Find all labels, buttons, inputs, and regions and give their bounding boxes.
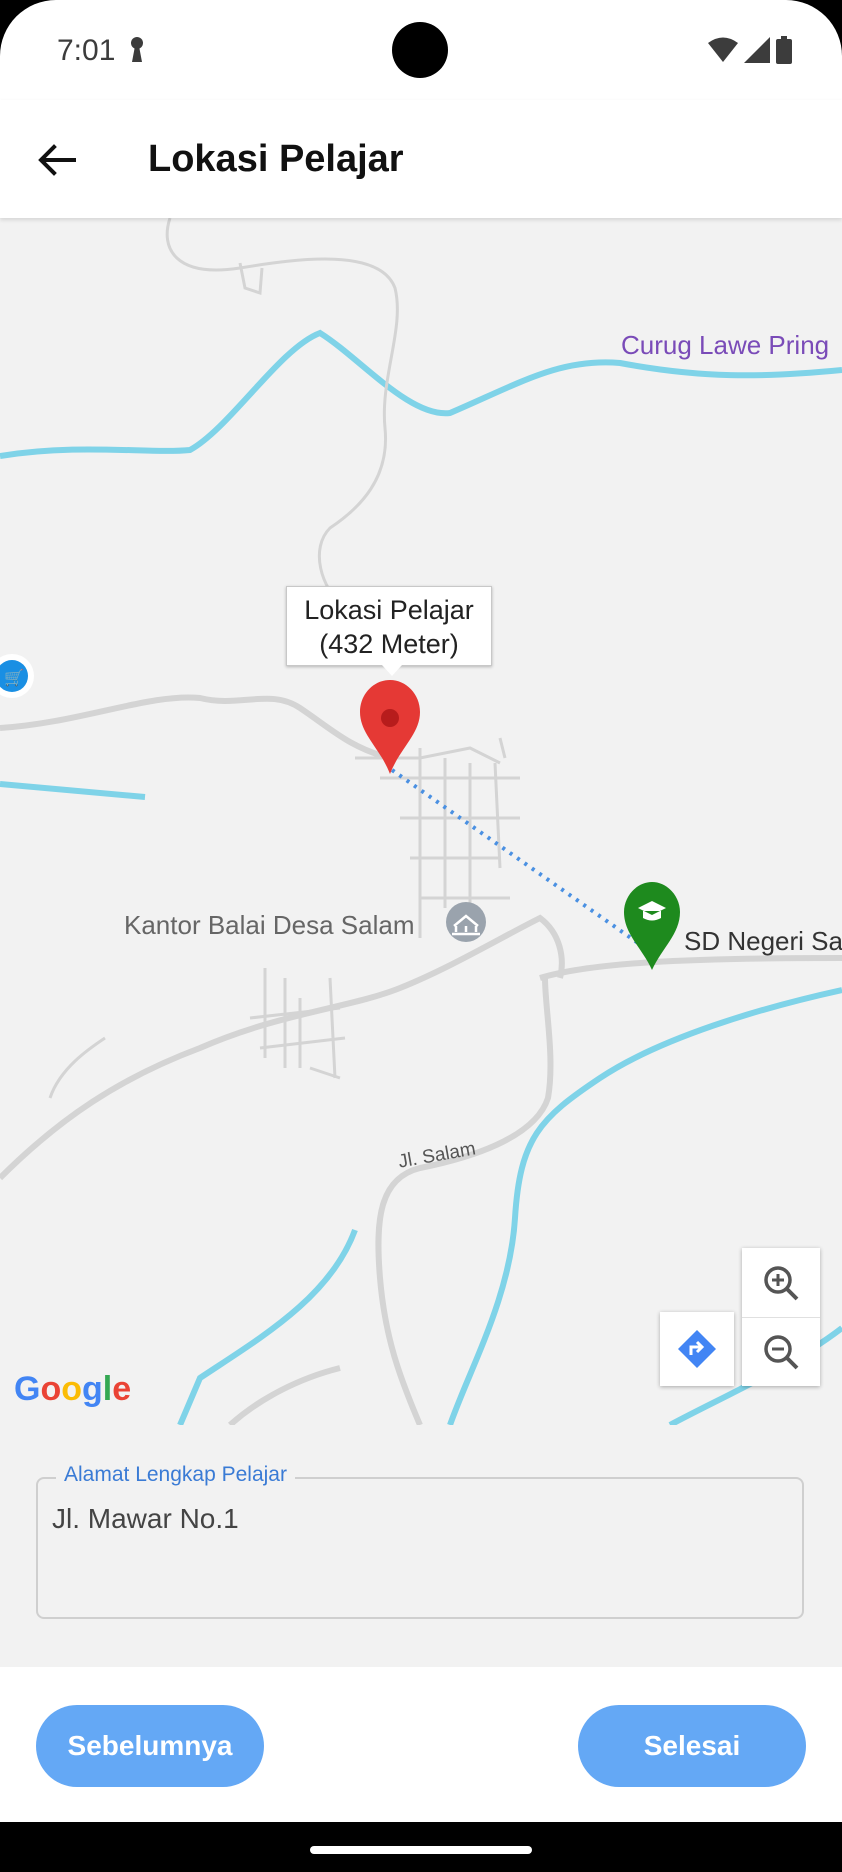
map-label-waterfall: Curug Lawe Pring bbox=[621, 330, 830, 360]
zoom-out-icon bbox=[764, 1334, 799, 1369]
address-field-label: Alamat Lengkap Pelajar bbox=[56, 1463, 295, 1487]
app-bar: Lokasi Pelajar bbox=[0, 100, 842, 218]
wifi-icon bbox=[708, 37, 738, 62]
status-bar: 7:01 bbox=[0, 0, 842, 100]
finish-button[interactable]: Selesai bbox=[578, 1705, 806, 1787]
home-gesture-handle[interactable] bbox=[310, 1846, 532, 1854]
cell-signal-icon bbox=[744, 37, 770, 63]
page-title: Lokasi Pelajar bbox=[148, 138, 404, 180]
address-field-value[interactable]: Jl. Mawar No.1 bbox=[52, 1503, 239, 1535]
directions-icon bbox=[678, 1330, 716, 1368]
back-arrow-icon[interactable] bbox=[34, 138, 78, 182]
front-camera bbox=[392, 22, 448, 78]
info-window-title: Lokasi Pelajar bbox=[304, 595, 474, 625]
google-logo: Google bbox=[14, 1370, 132, 1408]
zoom-in-button[interactable] bbox=[742, 1249, 820, 1318]
battery-icon bbox=[776, 36, 792, 64]
zoom-controls bbox=[742, 1248, 820, 1386]
system-nav-bar bbox=[0, 1822, 842, 1872]
screen: 7:01 Lokasi Pelajar 🛒 Curug Lawe Pring K… bbox=[0, 0, 842, 1872]
zoom-out-button[interactable] bbox=[742, 1318, 820, 1386]
bottom-action-bar: Sebelumnya Selesai bbox=[0, 1667, 842, 1822]
address-section: Alamat Lengkap Pelajar Jl. Mawar No.1 bbox=[0, 1425, 842, 1667]
map-label-village-office: Kantor Balai Desa Salam bbox=[124, 910, 415, 940]
map-view[interactable]: 🛒 Curug Lawe Pring Kantor Balai Desa Sal… bbox=[0, 218, 842, 1425]
info-window-distance: (432 Meter) bbox=[319, 629, 459, 659]
status-time: 7:01 bbox=[57, 34, 116, 67]
directions-button[interactable] bbox=[660, 1312, 734, 1386]
keyhole-icon bbox=[131, 37, 143, 62]
status-icons bbox=[708, 36, 792, 64]
map-base: 🛒 bbox=[0, 218, 842, 1425]
svg-text:🛒: 🛒 bbox=[4, 668, 24, 687]
marker-info-window[interactable]: Lokasi Pelajar (432 Meter) bbox=[286, 586, 492, 676]
address-field[interactable]: Alamat Lengkap Pelajar Jl. Mawar No.1 bbox=[36, 1463, 804, 1619]
map-label-school: SD Negeri Sa bbox=[684, 926, 842, 956]
zoom-in-icon bbox=[764, 1265, 799, 1300]
previous-button[interactable]: Sebelumnya bbox=[36, 1705, 264, 1787]
